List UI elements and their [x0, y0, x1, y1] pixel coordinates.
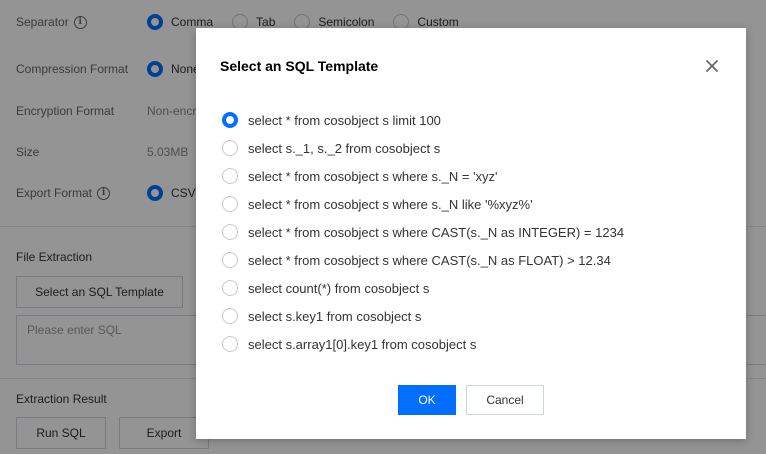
- dialog-footer: OK Cancel: [398, 385, 544, 415]
- template-option[interactable]: select s.array1[0].key1 from cosobject s: [222, 330, 624, 358]
- template-list: select * from cosobject s limit 100 selec…: [222, 106, 624, 358]
- cancel-button[interactable]: Cancel: [466, 385, 544, 415]
- template-option-label: select * from cosobject s where s._N = '…: [248, 168, 498, 184]
- template-option-label: select s._1, s._2 from cosobject s: [248, 140, 441, 156]
- radio-checked-icon[interactable]: [222, 112, 238, 128]
- radio-unchecked-icon[interactable]: [222, 336, 238, 352]
- template-option[interactable]: select * from cosobject s limit 100: [222, 106, 624, 134]
- radio-unchecked-icon[interactable]: [222, 168, 238, 184]
- dialog-title: Select an SQL Template: [220, 58, 379, 74]
- template-option-label: select count(*) from cosobject s: [248, 280, 430, 296]
- select-sql-template-dialog: Select an SQL Template select * from cos…: [196, 28, 746, 439]
- template-option-label: select s.key1 from cosobject s: [248, 308, 422, 324]
- radio-unchecked-icon[interactable]: [222, 308, 238, 324]
- template-option[interactable]: select * from cosobject s where CAST(s._…: [222, 218, 624, 246]
- ok-button[interactable]: OK: [398, 385, 456, 415]
- template-option[interactable]: select s.key1 from cosobject s: [222, 302, 624, 330]
- template-option[interactable]: select s._1, s._2 from cosobject s: [222, 134, 624, 162]
- template-option[interactable]: select * from cosobject s where CAST(s._…: [222, 246, 624, 274]
- radio-unchecked-icon[interactable]: [222, 196, 238, 212]
- radio-unchecked-icon[interactable]: [222, 224, 238, 240]
- template-option-label: select * from cosobject s where CAST(s._…: [248, 224, 625, 240]
- template-option[interactable]: select count(*) from cosobject s: [222, 274, 624, 302]
- template-option-label: select s.array1[0].key1 from cosobject s: [248, 336, 477, 352]
- radio-unchecked-icon[interactable]: [222, 252, 238, 268]
- template-option-label: select * from cosobject s where s._N lik…: [248, 196, 533, 212]
- radio-unchecked-icon[interactable]: [222, 280, 238, 296]
- radio-unchecked-icon[interactable]: [222, 140, 238, 156]
- template-option-label: select * from cosobject s where CAST(s._…: [248, 252, 611, 268]
- template-option[interactable]: select * from cosobject s where s._N lik…: [222, 190, 624, 218]
- template-option[interactable]: select * from cosobject s where s._N = '…: [222, 162, 624, 190]
- template-option-label: select * from cosobject s limit 100: [248, 112, 441, 128]
- close-icon[interactable]: [705, 59, 719, 73]
